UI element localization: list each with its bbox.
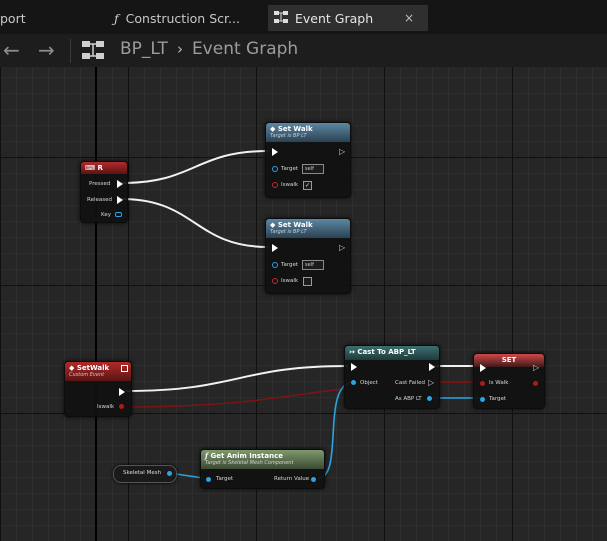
node-header: ◆ Set Walk Target is BP LT [266,123,350,142]
pin-label: Iswalk [97,404,115,410]
pin-label: Target [281,262,299,268]
node-title: SetWalk [76,364,110,372]
node-subtitle: Target is BP LT [270,229,307,235]
node-title: R [97,164,103,172]
variable-label: Skeletal Mesh [123,470,162,476]
pin-label: Return Value [274,476,310,482]
node-subtitle: Target is Skeletal Mesh Component [205,460,294,466]
pressed-exec-pin[interactable] [117,180,123,188]
r-key-event-node[interactable]: ⌨ R Pressed Released Key [80,161,128,223]
cast-node[interactable]: ↣ Cast To ABP_LT Object Cast Failed ▷ As… [344,345,440,409]
is-walk-out-pin[interactable] [533,381,538,386]
exec-in-pin[interactable] [351,363,357,371]
set-variable-node[interactable]: SET ▷ Is Walk Target [473,353,545,409]
return-value-pin[interactable] [311,477,316,482]
pin-label: Is Walk [489,380,509,386]
pin-label: Object [360,380,378,386]
iswalk-pin[interactable] [119,404,124,409]
set-walk-node[interactable]: ◆ Set Walk Target is BP LT ▷ Target self… [265,122,351,198]
node-subtitle: Target is BP LT [270,133,307,139]
pin-label: Cast Failed [395,380,425,386]
blueprint-editor: port ƒ Construction Scr... Event Graph ×… [0,0,607,541]
skeletal-mesh-pin[interactable] [167,471,172,476]
released-exec-pin[interactable] [117,196,123,204]
target-value[interactable]: self [302,164,324,174]
custom-event-node[interactable]: ◆ SetWalk Custom Event Iswalk [64,361,132,417]
function-icon: ◆ [270,125,278,133]
node-title: Set Walk [277,125,313,133]
exec-wire [125,365,349,392]
set-walk-node[interactable]: ◆ Set Walk Target is BP LT ▷ Target self… [265,218,351,294]
skeletal-mesh-variable-node[interactable]: Skeletal Mesh [113,465,177,483]
node-header: ↣ Cast To ABP_LT [345,346,439,360]
get-anim-instance-node[interactable]: ƒ Get Anim Instance Target is Skeletal M… [200,449,325,489]
function-icon: ◆ [270,221,278,229]
key-pin[interactable] [115,212,122,217]
exec-out-pin[interactable] [429,363,435,371]
pin-label: Iswalk [281,182,299,188]
target-pin[interactable] [206,477,211,482]
node-header: ƒ Get Anim Instance Target is Skeletal M… [201,450,324,469]
exec-out-pin[interactable] [119,388,125,396]
cast-failed-exec-pin[interactable]: ▷ [428,379,434,387]
exec-wire [121,198,269,248]
exec-wire [121,150,269,184]
node-header: ⌨ R [81,162,127,174]
exec-in-pin[interactable] [480,364,486,372]
node-header: ◆ SetWalk Custom Event [65,362,131,381]
pin-label: Key [101,212,111,218]
keyboard-icon: ⌨ [85,164,98,172]
node-header: ◆ Set Walk Target is BP LT [266,219,350,238]
iswalk-pin[interactable] [272,278,278,284]
check-icon: ✓ [304,182,311,189]
iswalk-checkbox[interactable] [303,277,312,286]
object-wire [175,473,204,479]
node-title: Set Walk [277,221,313,229]
target-pin[interactable] [480,397,485,402]
is-walk-pin[interactable] [480,381,485,386]
exec-out-pin[interactable]: ▷ [533,364,539,372]
pin-label: As ABP LT [395,396,422,402]
pin-label: Iswalk [281,278,299,284]
pin-label: Pressed [89,181,111,187]
pin-label: Target [489,396,507,402]
event-icon: ◆ [69,364,77,372]
node-subtitle: Custom Event [69,372,105,378]
exec-out-pin[interactable]: ▷ [339,148,345,156]
delegate-pin[interactable] [121,365,128,372]
target-value[interactable]: self [302,260,324,270]
exec-in-pin[interactable] [272,244,278,252]
iswalk-checkbox[interactable]: ✓ [303,181,312,190]
target-pin[interactable] [272,262,278,268]
iswalk-pin[interactable] [272,182,278,188]
node-title: Get Anim Instance [210,452,283,460]
object-pin[interactable] [351,380,356,385]
exec-out-pin[interactable]: ▷ [339,244,345,252]
as-abp-lt-pin[interactable] [427,396,432,401]
pin-label: Target [216,476,234,482]
pin-label: Target [281,166,299,172]
pin-label: Released [87,197,112,203]
node-title: SET [501,356,517,364]
target-pin[interactable] [272,166,278,172]
exec-in-pin[interactable] [272,148,278,156]
node-title: Cast To ABP_LT [357,348,416,356]
